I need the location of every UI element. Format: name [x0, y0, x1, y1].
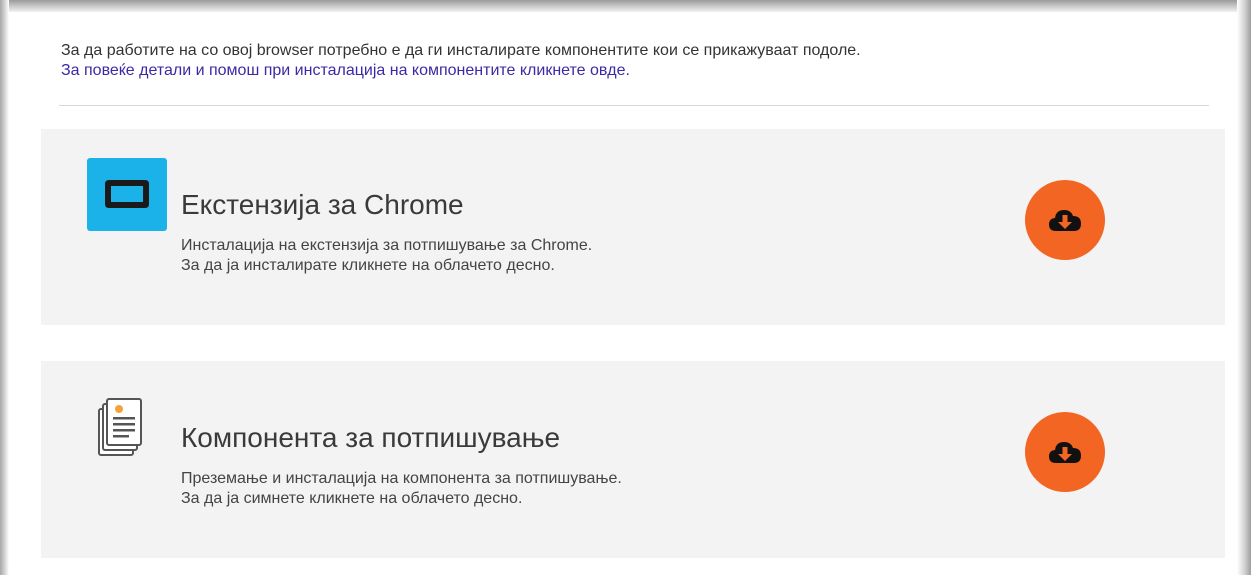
component-description-line: За да ја инсталирате кликнете на облачет… — [181, 257, 555, 274]
window-frame-right — [1237, 0, 1251, 575]
intro-text: За да работите на со овој browser потреб… — [61, 42, 861, 59]
download-signing-component-button[interactable] — [1025, 412, 1105, 492]
component-description-line: Преземање и инсталација на компонента за… — [181, 470, 622, 487]
chrome-extension-icon — [87, 158, 167, 231]
component-title: Компонента за потпишување — [181, 422, 561, 453]
component-title: Екстензија за Chrome — [181, 189, 464, 220]
component-description: Инсталација на екстензија за потпишување… — [181, 236, 592, 276]
component-card-chrome-extension: Екстензија за Chrome Инсталација на екст… — [41, 129, 1225, 325]
component-description-line: За да ја симнете кликнете на облачето де… — [181, 490, 523, 507]
help-link[interactable]: За повеќе детали и помош при инсталација… — [61, 61, 1211, 81]
install-components-panel: За да работите на со овој browser потреб… — [9, 12, 1237, 575]
component-card-signing-component: Компонента за потпишување Преземање и ин… — [41, 361, 1225, 558]
component-description: Преземање и инсталација на компонента за… — [181, 469, 622, 509]
divider — [59, 105, 1209, 106]
cloud-download-icon — [1049, 210, 1081, 231]
intro: За да работите на со овој browser потреб… — [61, 41, 1211, 81]
window-frame-left — [0, 0, 9, 575]
documents-icon — [97, 395, 147, 461]
component-description-line: Инсталација на екстензија за потпишување… — [181, 237, 593, 254]
cloud-download-icon — [1049, 442, 1081, 463]
download-chrome-extension-button[interactable] — [1025, 180, 1105, 260]
